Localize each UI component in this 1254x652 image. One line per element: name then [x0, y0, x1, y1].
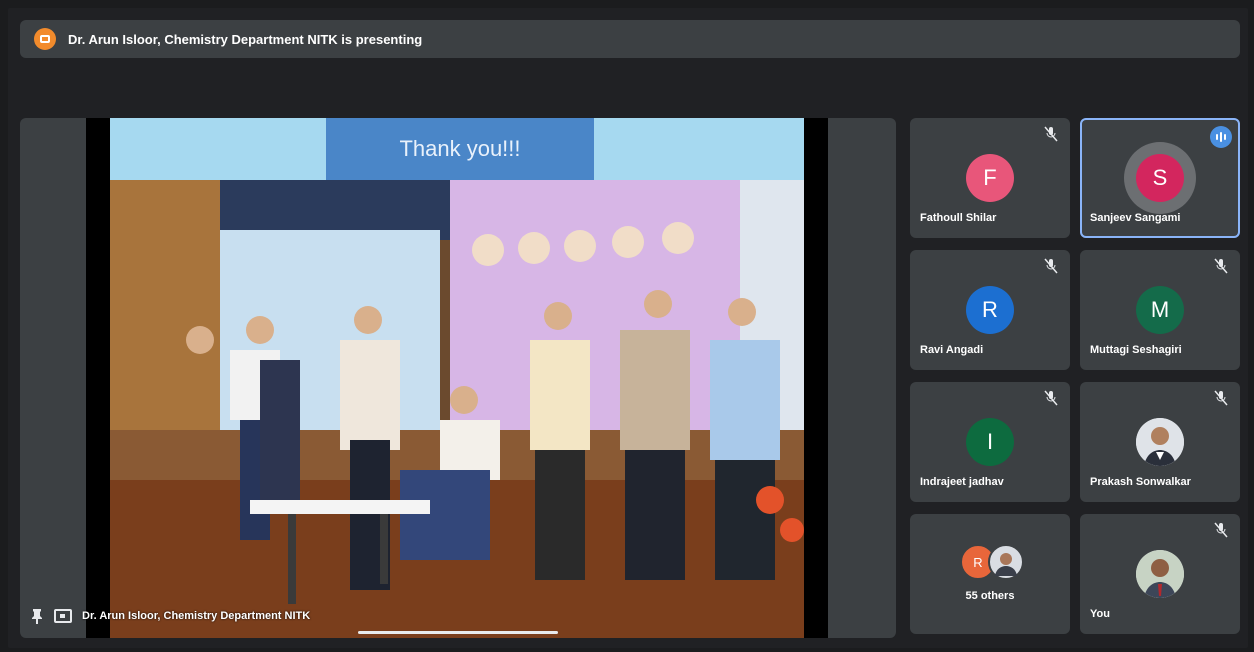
profile-photo: [988, 544, 1024, 580]
mic-off-icon: [1044, 126, 1058, 142]
presenting-banner: Dr. Arun Isloor, Chemistry Department NI…: [20, 20, 1240, 58]
audio-level-icon: [1210, 126, 1232, 148]
participant-tile[interactable]: Prakash Sonwalkar: [1080, 382, 1240, 502]
avatar: F: [966, 154, 1014, 202]
avatar: M: [1136, 286, 1184, 334]
participant-name: You: [1090, 608, 1110, 620]
presenting-text: Dr. Arun Isloor, Chemistry Department NI…: [68, 31, 423, 47]
participant-name: Ravi Angadi: [920, 344, 984, 356]
self-tile[interactable]: You: [1080, 514, 1240, 634]
scroll-indicator: [358, 631, 558, 634]
present-screen-icon: [34, 28, 56, 50]
mic-off-icon: [1214, 522, 1228, 538]
shared-slide: Thank you!!!: [86, 118, 828, 638]
screen-share-icon[interactable]: [54, 609, 72, 623]
mic-off-icon: [1044, 258, 1058, 274]
participant-tile[interactable]: M Muttagi Seshagiri: [1080, 250, 1240, 370]
participant-name: Sanjeev Sangami: [1090, 212, 1181, 224]
participant-name: Indrajeet jadhav: [920, 476, 1004, 488]
others-tile[interactable]: R 55 others: [910, 514, 1070, 634]
profile-photo: [1136, 418, 1184, 466]
participant-name: Fathoull Shilar: [920, 212, 997, 224]
mic-off-icon: [1214, 258, 1228, 274]
mic-off-icon: [1044, 390, 1058, 406]
participant-tile[interactable]: F Fathoull Shilar: [910, 118, 1070, 238]
profile-photo: [1136, 550, 1184, 598]
event-photo: [110, 180, 804, 638]
others-count: 55 others: [965, 590, 1015, 602]
participant-tile[interactable]: I Indrajeet jadhav: [910, 382, 1070, 502]
mic-off-icon: [1214, 390, 1228, 406]
others-avatars: R: [960, 544, 1024, 580]
participant-tile-active-speaker[interactable]: S Sanjeev Sangami: [1080, 118, 1240, 238]
participant-name: Prakash Sonwalkar: [1090, 476, 1191, 488]
slide-title: Thank you!!!: [326, 118, 594, 180]
pin-icon[interactable]: [30, 608, 44, 624]
avatar: I: [966, 418, 1014, 466]
avatar: R: [966, 286, 1014, 334]
presenter-label: Dr. Arun Isloor, Chemistry Department NI…: [82, 610, 311, 622]
avatar: S: [1136, 154, 1184, 202]
stage-footer: Dr. Arun Isloor, Chemistry Department NI…: [30, 608, 310, 624]
participant-name: Muttagi Seshagiri: [1090, 344, 1182, 356]
presentation-stage[interactable]: Thank you!!! Dr. Arun Isloor, Chemistry …: [20, 118, 896, 638]
participant-tile[interactable]: R Ravi Angadi: [910, 250, 1070, 370]
